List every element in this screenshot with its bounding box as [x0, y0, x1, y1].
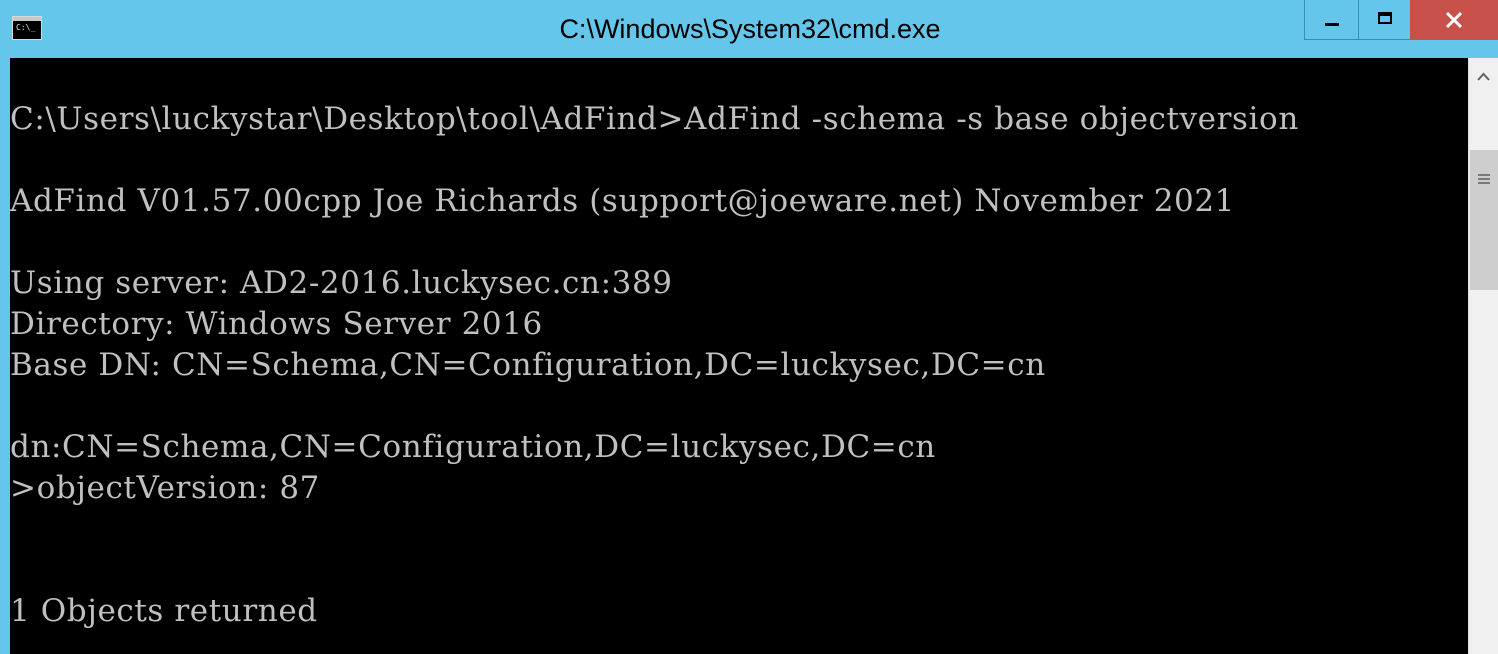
console-line-server: Using server: AD2-2016.luckysec.cn:389 [10, 265, 673, 301]
close-icon [1445, 11, 1463, 29]
maximize-icon [1378, 12, 1392, 24]
console-output[interactable]: C:\Users\luckystar\Desktop\tool\AdFind>A… [10, 58, 1468, 654]
close-button[interactable] [1410, 0, 1498, 40]
console-line-base-dn: Base DN: CN=Schema,CN=Configuration,DC=l… [10, 347, 1046, 383]
console-line-directory: Directory: Windows Server 2016 [10, 306, 543, 342]
scroll-up-button[interactable] [1469, 58, 1498, 92]
cmd-icon[interactable]: C:\_ [12, 16, 42, 40]
cmd-icon-text: C:\_ [16, 23, 36, 32]
scroll-thumb[interactable] [1470, 150, 1498, 290]
maximize-button[interactable] [1358, 0, 1410, 40]
console-line-command: C:\Users\luckystar\Desktop\tool\AdFind>A… [10, 101, 1299, 137]
grip-line [1478, 178, 1490, 180]
console-line-dn: dn:CN=Schema,CN=Configuration,DC=luckyse… [10, 429, 936, 465]
vertical-scrollbar[interactable] [1468, 58, 1498, 654]
grip-line [1478, 174, 1490, 176]
console-line-version: AdFind V01.57.00cpp Joe Richards (suppor… [10, 183, 1236, 219]
chevron-up-icon [1477, 72, 1490, 81]
grip-line [1478, 182, 1490, 184]
cmd-window: C:\_ C:\Windows\System32\cmd.exe C:\User… [0, 0, 1498, 654]
window-title: C:\Windows\System32\cmd.exe [559, 14, 941, 44]
console-line-result-count: 1 Objects returned [10, 593, 318, 629]
console-line-object-version: >objectVersion: 87 [10, 470, 320, 506]
minimize-icon [1325, 23, 1339, 26]
title-bar[interactable]: C:\_ C:\Windows\System32\cmd.exe [0, 0, 1498, 58]
minimize-button[interactable] [1304, 0, 1358, 40]
